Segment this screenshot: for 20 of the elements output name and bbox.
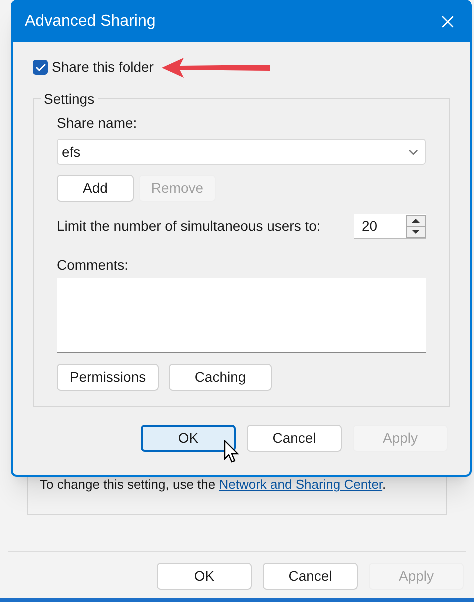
dialog-button[interactable]: Cancel [247, 425, 342, 452]
window-title: Advanced Sharing [25, 12, 156, 32]
dialog-button[interactable]: OK [141, 425, 236, 452]
setting-note: To change this setting, use the Network and Sharing Center. [40, 477, 386, 492]
mouse-cursor-icon [224, 440, 240, 464]
dialog-button[interactable]: Caching [169, 364, 272, 391]
dialog-button[interactable]: Permissions [57, 364, 159, 391]
field-label: Limit the number of simultaneous users to: [57, 217, 321, 236]
checkbox[interactable] [33, 60, 48, 75]
user-limit-spinner[interactable]: 20 [354, 214, 426, 239]
dialog-button[interactable]: Add [57, 175, 134, 202]
comments-field[interactable] [57, 278, 426, 353]
field-label: Comments: [57, 256, 129, 275]
spin-arrows-icon[interactable] [406, 214, 426, 238]
checkbox-label: Share this folder [52, 58, 154, 77]
network-center-link[interactable]: Network and Sharing Center [219, 477, 383, 492]
dialog-button[interactable]: Cancel [263, 563, 358, 590]
field-label: Share name: [57, 114, 138, 133]
share-name-combo[interactable]: efs [57, 139, 426, 165]
dialog-button[interactable]: OK [157, 563, 252, 590]
